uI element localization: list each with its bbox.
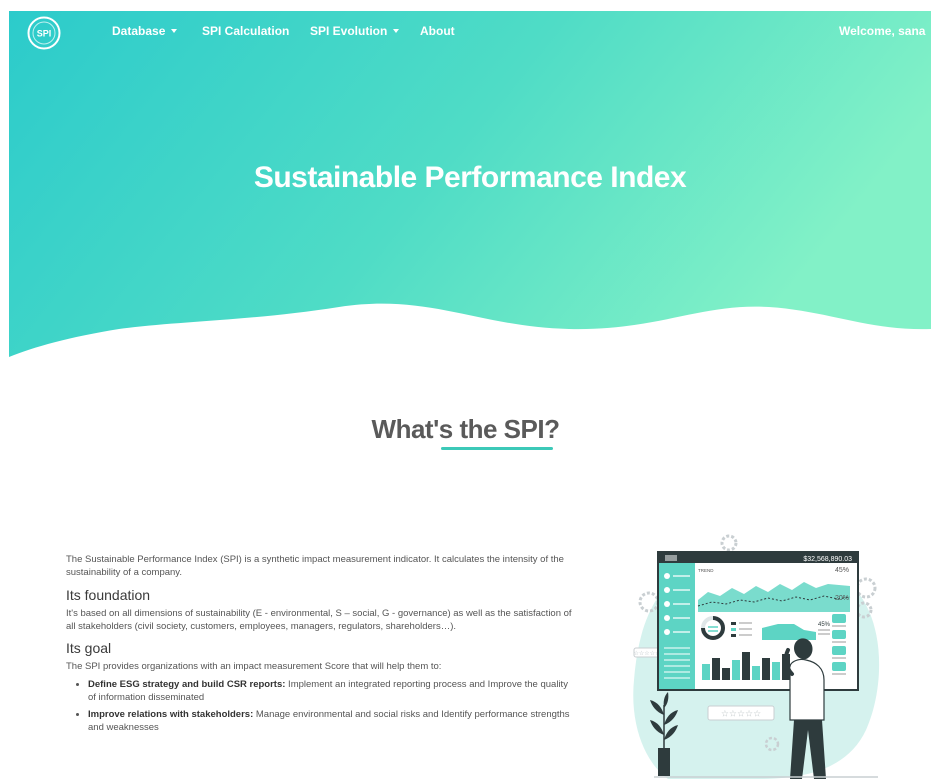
svg-text:TREND: TREND	[698, 568, 714, 573]
svg-text:$32,568,890.03: $32,568,890.03	[803, 556, 852, 563]
nav-spi-calculation-label: SPI Calculation	[202, 24, 290, 38]
nav-spi-evolution[interactable]: SPI Evolution	[310, 24, 400, 38]
nav-database[interactable]: Database	[112, 24, 178, 38]
user-menu-label: Welcome, sana	[839, 24, 926, 38]
goal-heading: Its goal	[66, 640, 112, 656]
svg-text:45%: 45%	[818, 622, 831, 628]
section-title: What's the SPI?	[371, 414, 560, 444]
svg-text:☆☆☆☆☆: ☆☆☆☆☆	[634, 650, 661, 657]
spi-description: The Sustainable Performance Index (SPI) …	[66, 553, 576, 738]
nav-about[interactable]: About	[420, 24, 455, 38]
intro-text: The Sustainable Performance Index (SPI) …	[66, 554, 564, 578]
goals-list: Define ESG strategy and build CSR report…	[78, 678, 576, 734]
svg-text:SPI: SPI	[37, 29, 52, 39]
dashboard-illustration: ☆☆☆☆☆ $32,568,890.03 TREND 45% 20% 45% ☆…	[633, 534, 880, 779]
list-item: Define ESG strategy and build CSR report…	[88, 678, 576, 704]
foundation-heading: Its foundation	[66, 587, 151, 603]
svg-text:☆☆☆☆☆: ☆☆☆☆☆	[721, 709, 761, 719]
goal-2-title: Improve relations with stakeholders:	[88, 709, 254, 720]
nav-spi-calculation[interactable]: SPI Calculation	[202, 24, 289, 38]
goal-text: The SPI provides organizations with an i…	[66, 661, 442, 672]
goal-1-title: Define ESG strategy and build CSR report…	[88, 679, 286, 690]
svg-text:45%: 45%	[835, 567, 849, 574]
chevron-down-icon	[393, 28, 400, 33]
title-underline	[441, 447, 553, 450]
hero-title: Sustainable Performance Index	[253, 161, 687, 194]
top-navbar: SPI Database SPI Calculation SPI Evoluti…	[9, 11, 931, 55]
foundation-text: It's based on all dimensions of sustaina…	[66, 608, 572, 632]
nav-spi-evolution-label: SPI Evolution	[310, 24, 388, 38]
svg-text:20%: 20%	[835, 595, 849, 602]
hero-banner: SPI Database SPI Calculation SPI Evoluti…	[9, 11, 931, 371]
nav-about-label: About	[420, 24, 455, 38]
user-menu[interactable]: Welcome, sana	[839, 24, 931, 38]
spi-logo[interactable]: SPI	[27, 16, 61, 50]
nav-database-label: Database	[112, 24, 166, 38]
chevron-down-icon	[171, 28, 178, 33]
list-item: Improve relations with stakeholders: Man…	[88, 708, 576, 734]
